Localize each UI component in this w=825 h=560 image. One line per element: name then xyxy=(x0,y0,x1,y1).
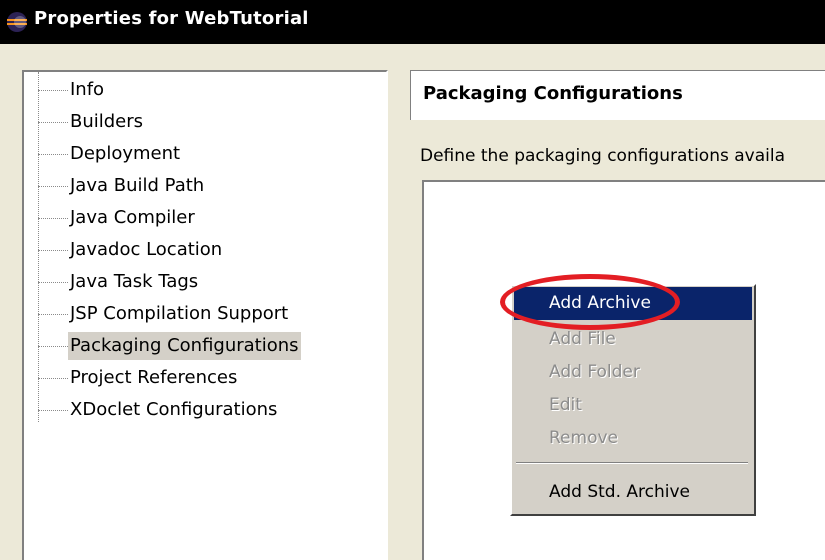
tree-item-label: Info xyxy=(70,79,105,100)
property-tree[interactable]: Info Builders Deployment Java Build Path… xyxy=(22,70,388,560)
menu-item-add-file[interactable]: Add File xyxy=(514,323,752,356)
menu-item-remove[interactable]: Remove xyxy=(514,422,752,455)
context-menu: Add Archive Add File Add Folder Edit Rem… xyxy=(510,284,756,516)
page-title: Packaging Configurations xyxy=(423,83,683,104)
tree-item-label: Javadoc Location xyxy=(70,239,223,260)
eclipse-icon xyxy=(7,12,27,32)
tree-item-label: Java Task Tags xyxy=(70,271,199,292)
tree-item-label: Builders xyxy=(70,111,144,132)
tree-item-label: Project References xyxy=(70,367,238,388)
tree-connector-line xyxy=(38,72,39,422)
page-description: Define the packaging configurations avai… xyxy=(420,146,785,166)
menu-item-edit[interactable]: Edit xyxy=(514,389,752,422)
menu-item-add-folder[interactable]: Add Folder xyxy=(514,356,752,389)
title-bar: Properties for WebTutorial xyxy=(0,0,825,44)
menu-item-add-std-archive[interactable]: Add Std. Archive xyxy=(514,476,752,509)
tree-item-label: JSP Compilation Support xyxy=(70,303,289,324)
tree-item-label: XDoclet Configurations xyxy=(70,399,278,420)
page-title-banner: Packaging Configurations xyxy=(410,70,825,120)
tree-item-label: Packaging Configurations xyxy=(68,332,301,360)
tree-item-label: Java Compiler xyxy=(70,207,195,228)
menu-item-add-archive[interactable]: Add Archive xyxy=(514,287,752,320)
tree-item-label: Java Build Path xyxy=(70,175,205,196)
menu-separator xyxy=(516,462,748,464)
window-title: Properties for WebTutorial xyxy=(34,8,309,29)
tree-item-label: Deployment xyxy=(70,143,181,164)
